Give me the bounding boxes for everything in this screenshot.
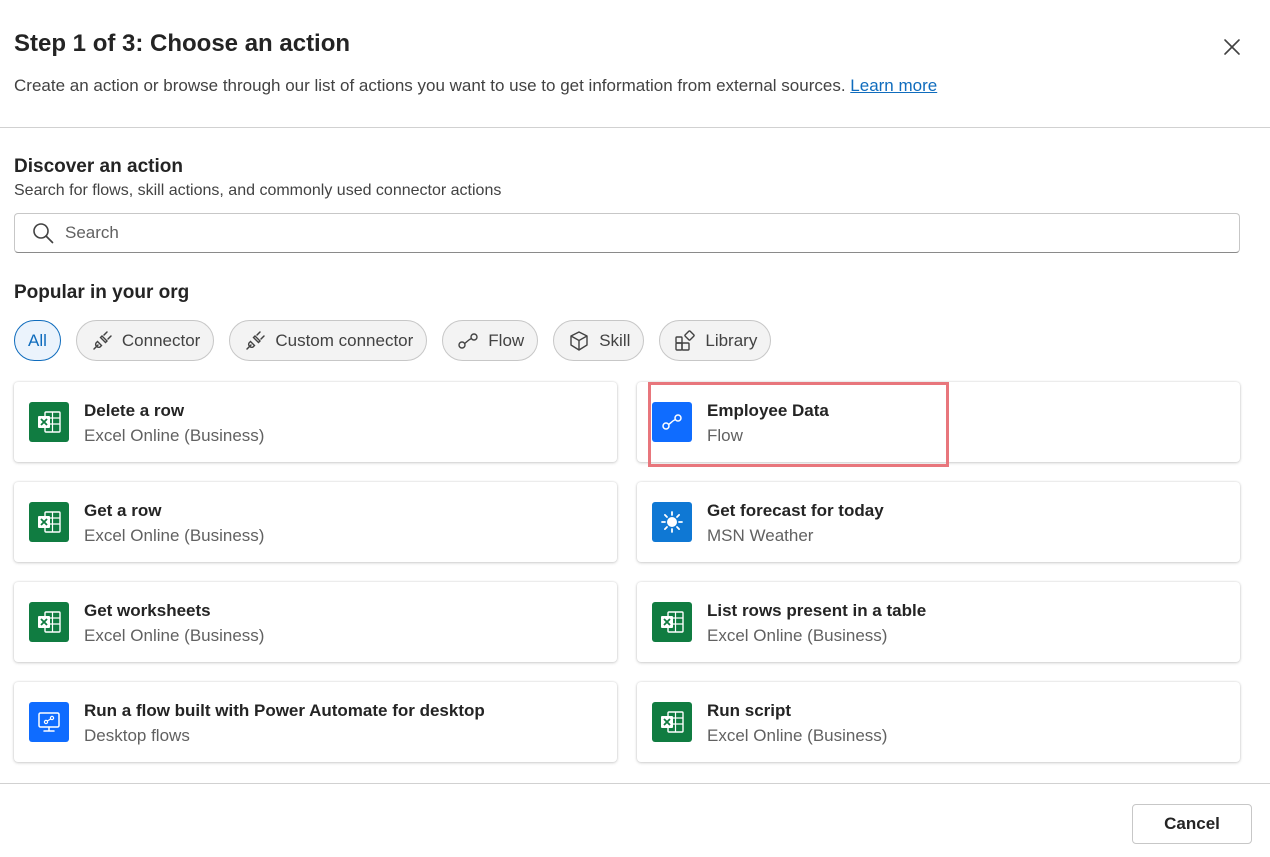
apps-add-icon	[674, 329, 696, 352]
filter-flow[interactable]: Flow	[442, 320, 539, 361]
action-source: MSN Weather	[707, 526, 814, 545]
action-source: Excel Online (Business)	[707, 626, 888, 645]
excel-icon	[652, 602, 692, 642]
action-source: Desktop flows	[84, 726, 190, 745]
search-icon	[31, 220, 57, 246]
action-card[interactable]: Delete a row Excel Online (Business)	[14, 382, 617, 462]
action-card[interactable]: List rows present in a table Excel Onlin…	[637, 582, 1240, 662]
action-card[interactable]: Get a row Excel Online (Business)	[14, 482, 617, 562]
close-button[interactable]	[1216, 31, 1248, 63]
excel-icon	[29, 402, 69, 442]
cube-icon	[568, 330, 590, 352]
cancel-button[interactable]: Cancel	[1132, 804, 1252, 844]
plug-icon	[244, 330, 266, 352]
filter-connector[interactable]: Connector	[75, 320, 215, 361]
excel-icon	[652, 702, 692, 742]
action-source: Excel Online (Business)	[84, 526, 265, 545]
filter-label: Library	[705, 330, 758, 350]
filter-label: All	[28, 330, 47, 350]
action-name: Employee Data	[707, 401, 829, 420]
filter-all[interactable]: All	[14, 320, 61, 361]
action-card[interactable]: Run a flow built with Power Automate for…	[14, 682, 617, 762]
sun-icon	[652, 502, 692, 542]
discover-subtitle: Search for flows, skill actions, and com…	[14, 182, 502, 199]
action-source: Excel Online (Business)	[707, 726, 888, 745]
search-input[interactable]	[63, 222, 1167, 244]
close-icon	[1224, 39, 1240, 55]
action-source: Excel Online (Business)	[84, 426, 265, 445]
dialog-subtitle-text: Create an action or browse through our l…	[14, 76, 846, 95]
filter-label: Connector	[121, 330, 201, 350]
filter-skill[interactable]: Skill	[553, 320, 645, 361]
dialog-subtitle: Create an action or browse through our l…	[14, 76, 937, 96]
filter-label: Skill	[599, 330, 631, 350]
action-name: Run a flow built with Power Automate for…	[84, 701, 485, 720]
plug-icon	[91, 330, 113, 352]
filter-label: Flow	[488, 330, 525, 350]
excel-icon	[29, 602, 69, 642]
desktop-flow-icon	[29, 702, 69, 742]
learn-more-link[interactable]: Learn more	[850, 76, 937, 95]
action-source: Excel Online (Business)	[84, 626, 265, 645]
action-card[interactable]: Get forecast for today MSN Weather	[637, 482, 1240, 562]
action-source: Flow	[707, 426, 743, 445]
action-name: Run script	[707, 701, 792, 720]
dialog-title: Step 1 of 3: Choose an action	[14, 30, 351, 57]
search-box[interactable]	[14, 213, 1240, 253]
action-name: Get forecast for today	[707, 501, 884, 520]
dialog-footer	[0, 783, 1270, 857]
discover-title: Discover an action	[14, 156, 183, 177]
action-name: Get a row	[84, 501, 162, 520]
dialog-header: Step 1 of 3: Choose an action Create an …	[0, 0, 1270, 128]
action-name: List rows present in a table	[707, 601, 927, 620]
action-card[interactable]: Employee Data Flow	[637, 382, 1240, 462]
action-name: Delete a row	[84, 401, 185, 420]
filter-custom-connector[interactable]: Custom connector	[229, 320, 428, 361]
excel-icon	[29, 502, 69, 542]
filter-pills: All Connector Custom connector Flow Skil…	[14, 320, 772, 361]
flow-icon	[652, 402, 692, 442]
filter-label: Custom connector	[275, 330, 414, 350]
action-card[interactable]: Run script Excel Online (Business)	[637, 682, 1240, 762]
filter-library[interactable]: Library	[659, 320, 772, 361]
action-name: Get worksheets	[84, 601, 211, 620]
action-card[interactable]: Get worksheets Excel Online (Business)	[14, 582, 617, 662]
flow-icon	[457, 330, 479, 352]
popular-title: Popular in your org	[14, 282, 190, 303]
